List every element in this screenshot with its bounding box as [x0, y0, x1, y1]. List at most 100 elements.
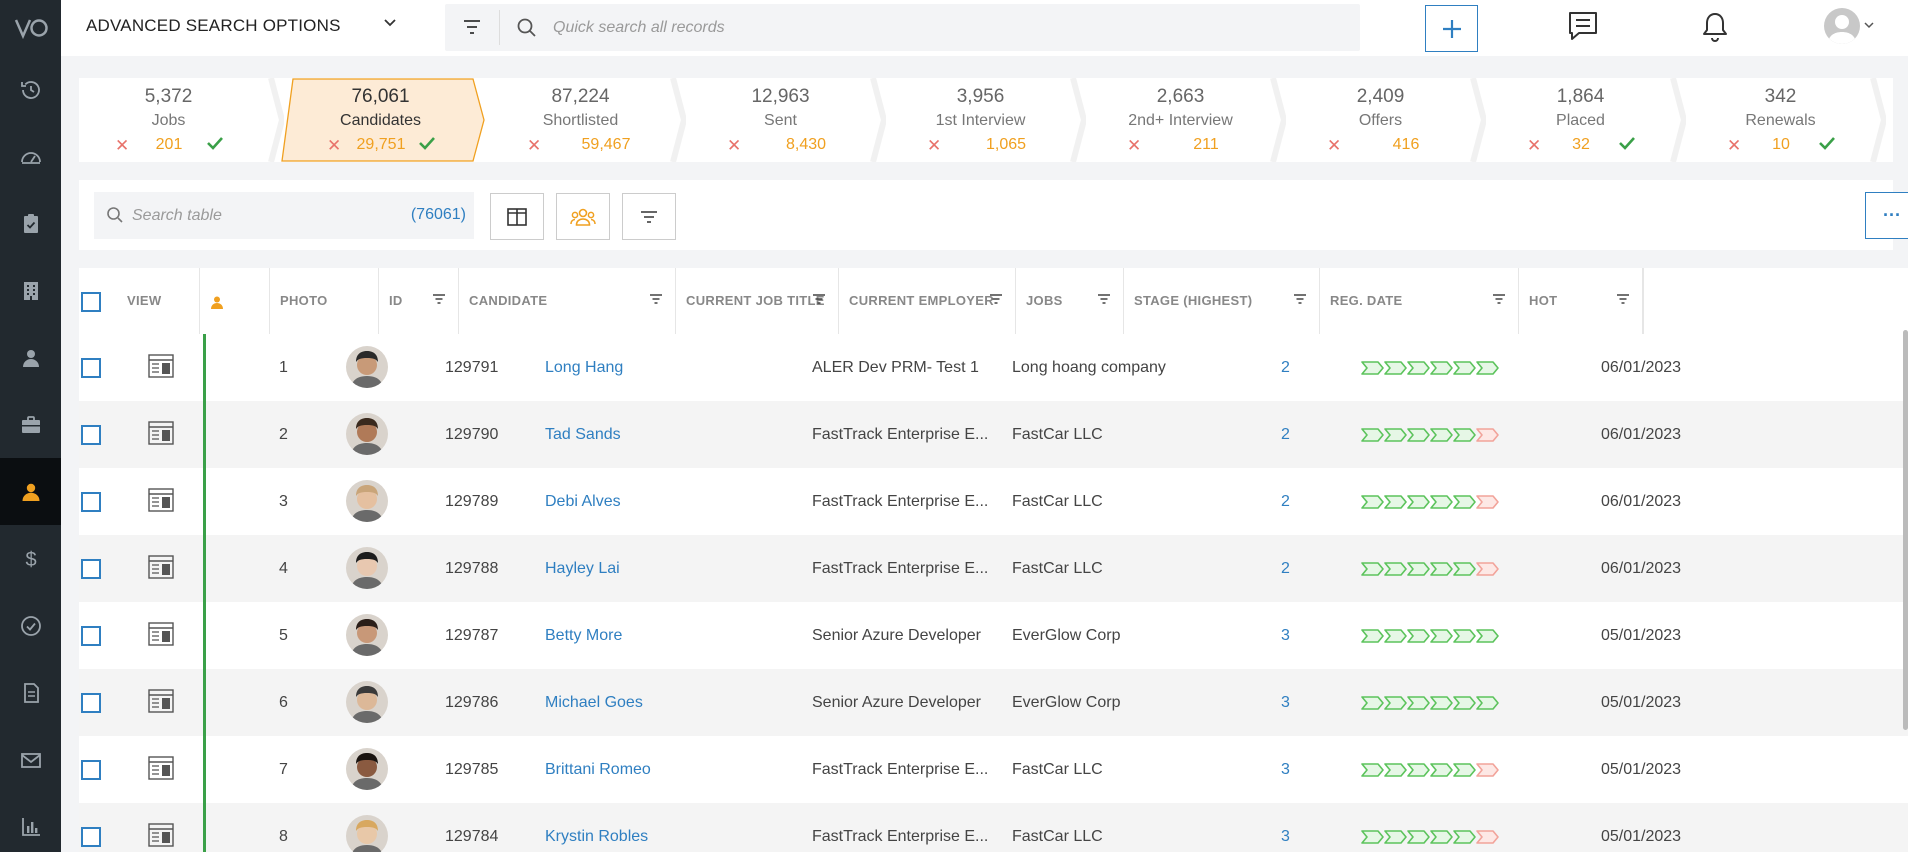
- table-row[interactable]: 4 129788 Hayley Lai FastTrack Enterprise E.…: [79, 535, 1908, 602]
- nav-candidates-icon[interactable]: [0, 458, 61, 525]
- nav-reports-icon[interactable]: [0, 793, 61, 852]
- filter-icon[interactable]: [462, 18, 482, 36]
- candidate-name-link[interactable]: Hayley Lai: [545, 535, 620, 602]
- record-view-icon[interactable]: [148, 354, 174, 378]
- stage-rejected-count[interactable]: 416: [1366, 136, 1446, 154]
- table-search-input[interactable]: [132, 192, 372, 239]
- record-view-icon[interactable]: [148, 823, 174, 847]
- candidate-name-link[interactable]: Krystin Robles: [545, 803, 648, 852]
- nav-mail-icon[interactable]: [0, 726, 61, 793]
- candidate-photo[interactable]: [346, 748, 388, 790]
- stage-count[interactable]: 1,864: [1491, 86, 1670, 108]
- nav-documents-icon[interactable]: [0, 659, 61, 726]
- pipeline-stage[interactable]: 342 Renewals ✕ 10: [1681, 78, 1886, 162]
- reject-icon[interactable]: ✕: [327, 136, 341, 156]
- record-view-icon[interactable]: [148, 689, 174, 713]
- jobs-count-link[interactable]: 2: [1281, 334, 1290, 401]
- candidate-photo[interactable]: [346, 681, 388, 723]
- record-view-icon[interactable]: [148, 622, 174, 646]
- stage-rejected-count[interactable]: 1,065: [966, 136, 1046, 154]
- table-row[interactable]: 8 129784 Krystin Robles FastTrack Enterpris…: [79, 803, 1908, 852]
- record-view-icon[interactable]: [148, 756, 174, 780]
- add-new-button[interactable]: [1425, 5, 1478, 52]
- group-button[interactable]: [556, 193, 610, 240]
- stage-rejected-count[interactable]: 29,751: [341, 136, 421, 154]
- candidate-name-link[interactable]: Tad Sands: [545, 401, 621, 468]
- pipeline-stage[interactable]: 3,956 1st Interview ✕ 1,065: [881, 78, 1086, 162]
- table-row[interactable]: 6 129786 Michael Goes Senior Azure Develope…: [79, 669, 1908, 736]
- table-row[interactable]: 3 129789 Debi Alves FastTrack Enterprise E.…: [79, 468, 1908, 535]
- stage-count[interactable]: 5,372: [79, 86, 258, 108]
- pipeline-stage[interactable]: 5,372 Jobs ✕ 201: [79, 78, 284, 162]
- column-header[interactable]: CANDIDATE: [459, 268, 676, 334]
- row-checkbox[interactable]: [81, 559, 101, 579]
- candidate-photo[interactable]: [346, 346, 388, 388]
- select-all-checkbox[interactable]: [81, 292, 101, 312]
- stage-count[interactable]: 12,963: [691, 86, 870, 108]
- candidate-name-link[interactable]: Long Hang: [545, 334, 623, 401]
- pipeline-stage[interactable]: 2,409 Offers ✕ 416: [1281, 78, 1486, 162]
- nav-companies-icon[interactable]: [0, 257, 61, 324]
- column-filter-icon[interactable]: [1293, 293, 1307, 305]
- column-filter-icon[interactable]: [1492, 293, 1506, 305]
- bell-icon[interactable]: [1699, 10, 1731, 44]
- stage-count[interactable]: 3,956: [891, 86, 1070, 108]
- nav-approvals-icon[interactable]: [0, 592, 61, 659]
- column-header[interactable]: HOT: [1519, 268, 1643, 334]
- nav-tasks-icon[interactable]: [0, 190, 61, 257]
- chat-icon[interactable]: [1567, 10, 1599, 44]
- pipeline-stage[interactable]: 76,061 Candidates ✕ 29,751: [281, 78, 486, 162]
- row-checkbox[interactable]: [81, 492, 101, 512]
- column-header[interactable]: PHOTO: [270, 268, 379, 334]
- stage-count[interactable]: 2,663: [1091, 86, 1270, 108]
- stage-count[interactable]: 2,409: [1291, 86, 1470, 108]
- column-header[interactable]: JOBS: [1016, 268, 1124, 334]
- chevron-down-icon[interactable]: [1864, 21, 1874, 29]
- column-header[interactable]: STAGE (HIGHEST): [1124, 268, 1320, 334]
- record-view-icon[interactable]: [148, 555, 174, 579]
- row-checkbox[interactable]: [81, 425, 101, 445]
- chevron-down-icon[interactable]: [383, 18, 397, 28]
- row-checkbox[interactable]: [81, 626, 101, 646]
- reject-icon[interactable]: ✕: [727, 136, 741, 156]
- column-filter-icon[interactable]: [1616, 293, 1630, 305]
- row-checkbox[interactable]: [81, 358, 101, 378]
- reject-icon[interactable]: ✕: [1327, 136, 1341, 156]
- pipeline-stage[interactable]: 2,663 2nd+ Interview ✕ 211: [1081, 78, 1286, 162]
- candidate-photo[interactable]: [346, 480, 388, 522]
- table-row[interactable]: 5 129787 Betty More Senior Azure Developer E…: [79, 602, 1908, 669]
- column-header[interactable]: ID: [379, 268, 459, 334]
- reject-icon[interactable]: ✕: [115, 136, 129, 156]
- pipeline-stage[interactable]: 87,224 Shortlisted ✕ 59,467: [481, 78, 686, 162]
- column-header[interactable]: CURRENT JOB TITLE: [676, 268, 839, 334]
- candidate-photo[interactable]: [346, 614, 388, 656]
- stage-rejected-count[interactable]: 201: [129, 136, 209, 154]
- table-row[interactable]: 7 129785 Brittani Romeo FastTrack Enterpris…: [79, 736, 1908, 803]
- record-view-icon[interactable]: [148, 421, 174, 445]
- candidate-name-link[interactable]: Michael Goes: [545, 669, 643, 736]
- pipeline-stage[interactable]: 12,963 Sent ✕ 8,430: [681, 78, 886, 162]
- row-checkbox[interactable]: [81, 693, 101, 713]
- candidate-photo[interactable]: [346, 547, 388, 589]
- candidate-name-link[interactable]: Betty More: [545, 602, 622, 669]
- candidate-name-link[interactable]: Brittani Romeo: [545, 736, 651, 803]
- pipeline-stage[interactable]: 1,864 Placed ✕ 32: [1481, 78, 1686, 162]
- more-options-button[interactable]: ···: [1865, 192, 1908, 239]
- advanced-search-toggle[interactable]: ADVANCED SEARCH OPTIONS: [86, 16, 341, 36]
- nav-dashboard-icon[interactable]: [0, 123, 61, 190]
- row-checkbox[interactable]: [81, 760, 101, 780]
- reject-icon[interactable]: ✕: [927, 136, 941, 156]
- filter-button[interactable]: [622, 193, 676, 240]
- reject-icon[interactable]: ✕: [1127, 136, 1141, 156]
- row-checkbox[interactable]: [81, 827, 101, 847]
- stage-count[interactable]: 87,224: [491, 86, 670, 108]
- column-header[interactable]: REG. DATE: [1320, 268, 1519, 334]
- jobs-count-link[interactable]: 3: [1281, 602, 1290, 669]
- quick-search-input[interactable]: [553, 4, 1333, 51]
- column-header[interactable]: CURRENT EMPLOYER: [839, 268, 1016, 334]
- jobs-count-link[interactable]: 2: [1281, 535, 1290, 602]
- columns-button[interactable]: [490, 193, 544, 240]
- nav-jobs-icon[interactable]: [0, 391, 61, 458]
- column-filter-icon[interactable]: [432, 293, 446, 305]
- stage-rejected-count[interactable]: 10: [1741, 136, 1821, 154]
